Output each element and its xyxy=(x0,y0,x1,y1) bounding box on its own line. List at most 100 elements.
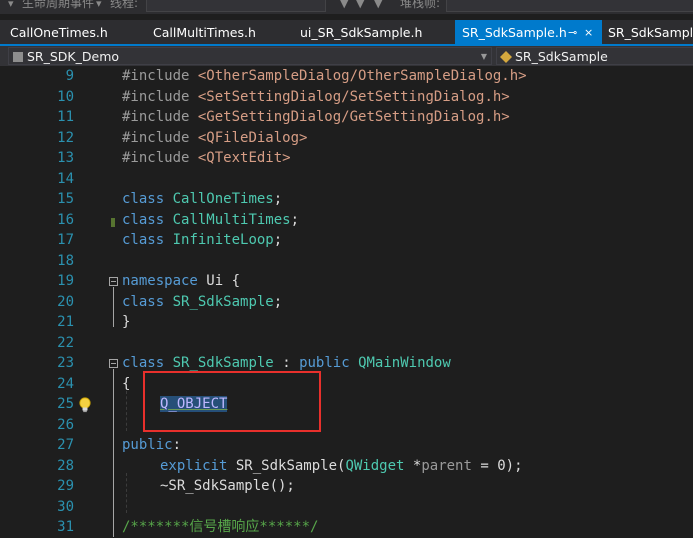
line-number: 19 xyxy=(57,273,74,289)
code-text: #include <GetSettingDialog/GetSettingDia… xyxy=(122,107,510,128)
punctuation: : xyxy=(282,355,291,371)
class-name: SR_SdkSample xyxy=(172,355,274,371)
code-line: 12 #include <QFileDialog> xyxy=(0,128,693,149)
include-directive: #include xyxy=(122,129,190,146)
code-line: 26 xyxy=(0,415,693,436)
line-number: 31 xyxy=(57,519,74,535)
code-line: 30 xyxy=(0,497,693,518)
stack-frame-combo[interactable] xyxy=(446,0,693,12)
document-tabs: CallOneTimes.h CallMultiTimes.h ui_SR_Sd… xyxy=(0,20,693,46)
code-line: 18 xyxy=(0,251,693,272)
line-number: 17 xyxy=(57,232,74,248)
code-line: 17 class InfiniteLoop; xyxy=(0,230,693,251)
tab-sr-sdksample-h[interactable]: SR_SdkSample.h ⊸ × xyxy=(455,20,602,44)
scope-dropdown[interactable]: SR_SdkSample xyxy=(496,47,693,65)
include-path: <QFileDialog> xyxy=(197,129,308,146)
class-name: CallOneTimes xyxy=(172,191,274,207)
code-editor[interactable]: 9 #include <OtherSampleDialog/OtherSampl… xyxy=(0,66,693,537)
punctuation: ; xyxy=(290,211,300,228)
code-line: 27 public: xyxy=(0,435,693,456)
tab-label: ui_SR_SdkSample.h xyxy=(300,25,423,40)
filter-icon[interactable]: ▼ xyxy=(340,0,348,10)
class-name: CallMultiTimes xyxy=(172,211,291,228)
chevron-down-icon: ▼ xyxy=(480,52,487,61)
include-directive: #include xyxy=(122,150,190,166)
line-number: 24 xyxy=(57,375,74,392)
code-text: explicit SR_SdkSample(QWidget *parent = … xyxy=(160,456,523,477)
line-number: 12 xyxy=(57,129,74,146)
line-number: 13 xyxy=(57,150,74,166)
include-directive: #include xyxy=(122,68,190,84)
namespace-name: Ui xyxy=(206,273,224,289)
tab-ui-sr-sdksample[interactable]: ui_SR_SdkSample.h xyxy=(290,20,455,44)
line-number: 21 xyxy=(57,314,74,330)
line-number: 25 xyxy=(57,396,74,412)
code-text: { xyxy=(122,375,131,392)
close-icon[interactable]: × xyxy=(584,20,593,46)
lightbulb-icon[interactable] xyxy=(78,397,92,413)
class-name: InfiniteLoop xyxy=(172,232,274,248)
filter-clear-icon[interactable]: ▼ xyxy=(374,0,382,10)
thread-combo[interactable] xyxy=(146,0,326,12)
line-number: 9 xyxy=(65,68,74,84)
code-line: 13 #include <QTextEdit> xyxy=(0,148,693,169)
code-text: namespace Ui { xyxy=(122,271,240,292)
comment: /*******信号槽响应******/ xyxy=(122,519,319,535)
keyword: public xyxy=(299,355,350,371)
keyword: class xyxy=(122,293,165,310)
punctuation: { xyxy=(231,273,241,289)
keyword: public xyxy=(122,437,173,453)
code-line: 22 xyxy=(0,333,693,354)
pin-icon[interactable]: ⊸ xyxy=(568,20,577,46)
lifecycle-events-label[interactable]: 生命周期事件 xyxy=(22,0,94,11)
code-text: ~SR_SdkSample(); xyxy=(160,478,295,494)
punctuation: : xyxy=(172,437,182,453)
parameter-name: parent xyxy=(421,457,472,474)
code-line: 9 #include <OtherSampleDialog/OtherSampl… xyxy=(0,66,693,87)
navigation-bar: SR_SDK_Demo ▼ SR_SdkSample xyxy=(0,46,693,66)
stack-frame-label: 堆栈帧: xyxy=(400,0,441,10)
code-line: 19 namespace Ui { xyxy=(0,271,693,292)
include-path: <QTextEdit> xyxy=(197,150,291,166)
include-path: <GetSettingDialog/GetSettingDialog.h> xyxy=(197,109,510,125)
tab-sr-sdksample-cpp[interactable]: SR_SdkSample xyxy=(600,20,693,44)
punctuation: = 0); xyxy=(480,457,523,474)
line-number: 27 xyxy=(57,437,74,453)
tab-label: SR_SdkSample xyxy=(608,25,693,40)
code-line: 23 class SR_SdkSample : public QMainWind… xyxy=(0,353,693,374)
class-icon xyxy=(499,50,513,64)
tab-callonetimes[interactable]: CallOneTimes.h xyxy=(0,20,148,44)
line-number: 16 xyxy=(57,211,74,228)
code-text: class SR_SdkSample; xyxy=(122,292,282,313)
project-dropdown[interactable]: SR_SDK_Demo ▼ xyxy=(8,47,492,65)
line-number: 22 xyxy=(57,334,74,351)
line-number: 29 xyxy=(57,478,74,494)
keyword: class xyxy=(122,211,165,228)
code-text: #include <SetSettingDialog/SetSettingDia… xyxy=(122,87,510,108)
code-line: 20 class SR_SdkSample; xyxy=(0,292,693,313)
line-number: 18 xyxy=(57,252,74,269)
code-text: class CallOneTimes; xyxy=(122,189,282,210)
filter-off-icon[interactable]: ▼ xyxy=(356,0,364,10)
code-line: 11 #include <GetSettingDialog/GetSetting… xyxy=(0,107,693,128)
keyword: explicit xyxy=(160,457,228,474)
code-line: 24 { xyxy=(0,374,693,395)
tab-callmultitimes[interactable]: CallMultiTimes.h xyxy=(143,20,293,44)
code-text: #include <OtherSampleDialog/OtherSampleD… xyxy=(122,66,527,87)
code-line: 31 /*******信号槽响应******/ xyxy=(0,517,693,538)
include-path: <SetSettingDialog/SetSettingDialog.h> xyxy=(197,88,510,105)
keyword: namespace xyxy=(122,273,198,289)
line-number: 20 xyxy=(57,293,74,310)
include-path: <OtherSampleDialog/OtherSampleDialog.h> xyxy=(197,68,527,84)
dropdown-icon[interactable]: ▾ xyxy=(8,0,14,10)
base-class-name: QMainWindow xyxy=(358,355,451,371)
keyword: class xyxy=(122,191,165,207)
code-text: } xyxy=(122,314,131,330)
dropdown-icon[interactable]: ▾ xyxy=(96,0,102,10)
include-directive: #include xyxy=(122,109,190,125)
code-text: class CallMultiTimes; xyxy=(122,210,299,231)
highlight-box xyxy=(143,371,321,432)
class-name: SR_SdkSample xyxy=(172,293,274,310)
line-number: 28 xyxy=(57,457,74,474)
code-line: 16 class CallMultiTimes; xyxy=(0,210,693,231)
